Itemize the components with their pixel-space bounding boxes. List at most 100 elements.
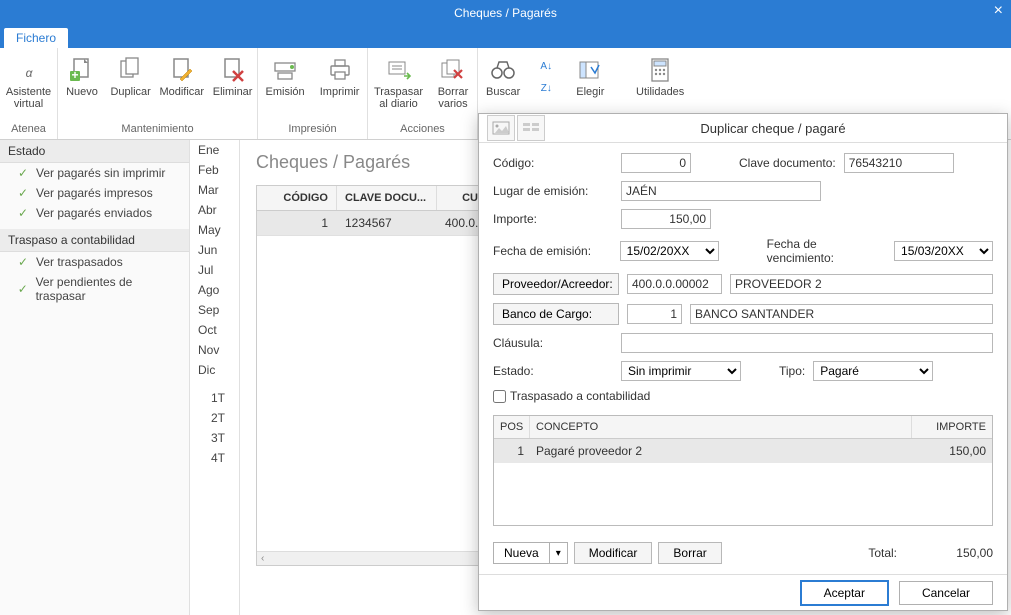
total-value: 150,00 — [933, 546, 993, 560]
sort-desc-icon: Z↓ — [538, 80, 554, 96]
month-ago[interactable]: Ago — [190, 280, 239, 300]
transfer-icon — [385, 56, 413, 84]
label-importe: Importe: — [493, 212, 613, 226]
modificar-button[interactable]: Modificar — [155, 52, 208, 121]
month-oct[interactable]: Oct — [190, 320, 239, 340]
col-concepto[interactable]: CONCEPTO — [530, 416, 912, 438]
image-icon — [492, 121, 510, 135]
emision-button[interactable]: Emisión — [258, 52, 312, 121]
emit-icon — [271, 56, 299, 84]
label-estado: Estado: — [493, 364, 613, 378]
calculator-icon — [646, 56, 674, 84]
banco-code-field[interactable] — [627, 304, 682, 324]
buscar-button[interactable]: Buscar — [478, 52, 528, 121]
group-label-mantenimiento: Mantenimiento — [58, 121, 257, 137]
nueva-split-button[interactable]: Nueva ▾ — [493, 542, 568, 564]
document-duplicate-icon — [117, 56, 145, 84]
group-label-impresion: Impresión — [258, 121, 367, 137]
clave-field[interactable] — [844, 153, 954, 173]
fecha-venc-select[interactable]: 15/03/20XX — [894, 241, 993, 261]
tipo-select[interactable]: Pagaré — [813, 361, 933, 381]
filter-pendientes[interactable]: ✓Ver pendientes de traspasar — [0, 272, 189, 306]
check-icon: ✓ — [16, 186, 30, 200]
cancelar-button[interactable]: Cancelar — [899, 581, 993, 605]
window-title: Cheques / Pagarés — [454, 6, 557, 20]
eliminar-button[interactable]: Eliminar — [208, 52, 257, 121]
importe-field[interactable] — [621, 209, 711, 229]
traspasado-checkbox[interactable]: Traspasado a contabilidad — [493, 389, 993, 403]
proveedor-name-field — [730, 274, 993, 294]
fecha-emision-select[interactable]: 15/02/20XX — [620, 241, 719, 261]
month-abr[interactable]: Abr — [190, 200, 239, 220]
alpha-icon: α — [15, 56, 43, 84]
nueva-dropdown-arrow[interactable]: ▾ — [550, 542, 568, 564]
estado-header: Estado — [0, 140, 189, 163]
borrar-varios-button[interactable]: Borrar varios — [429, 52, 477, 121]
imprimir-button[interactable]: Imprimir — [312, 52, 367, 121]
traspasar-button[interactable]: Traspasar al diario — [368, 52, 429, 121]
col-clave[interactable]: CLAVE DOCU... — [337, 186, 437, 210]
quarter-2t[interactable]: 2T — [190, 408, 239, 428]
lugar-field[interactable] — [621, 181, 821, 201]
quarter-4t[interactable]: 4T — [190, 448, 239, 468]
col-importe[interactable]: IMPORTE — [912, 416, 992, 438]
tab-strip: Fichero — [0, 26, 1011, 48]
filter-impresos[interactable]: ✓Ver pagarés impresos — [0, 183, 189, 203]
month-sep[interactable]: Sep — [190, 300, 239, 320]
elegir-button[interactable]: Elegir — [568, 52, 612, 121]
sort-az-button[interactable]: A↓ — [534, 56, 562, 76]
banco-button[interactable]: Banco de Cargo: — [493, 303, 619, 325]
sort-asc-icon: A↓ — [538, 58, 554, 74]
group-label-atenea: Atenea — [0, 121, 57, 137]
proveedor-button[interactable]: Proveedor/Acreedor: — [493, 273, 619, 295]
month-nov[interactable]: Nov — [190, 340, 239, 360]
modificar-detail-button[interactable]: Modificar — [574, 542, 653, 564]
detail-row[interactable]: 1 Pagaré proveedor 2 150,00 — [494, 439, 992, 463]
duplicar-dialog: Duplicar cheque / pagaré Código: Clave d… — [478, 113, 1008, 611]
nueva-button[interactable]: Nueva — [493, 542, 550, 564]
proveedor-code-field[interactable] — [627, 274, 722, 294]
col-codigo[interactable]: CÓDIGO — [257, 186, 337, 210]
titlebar: Cheques / Pagarés × — [0, 0, 1011, 26]
month-ene[interactable]: Ene — [190, 140, 239, 160]
label-codigo: Código: — [493, 156, 613, 170]
duplicar-button[interactable]: Duplicar — [106, 52, 155, 121]
filter-enviados[interactable]: ✓Ver pagarés enviados — [0, 203, 189, 223]
month-dic[interactable]: Dic — [190, 360, 239, 380]
borrar-detail-button[interactable]: Borrar — [658, 542, 721, 564]
label-clausula: Cláusula: — [493, 336, 613, 350]
delete-multiple-icon — [439, 56, 467, 84]
traspaso-header: Traspaso a contabilidad — [0, 229, 189, 252]
group-label-acciones: Acciones — [368, 121, 477, 137]
filter-sin-imprimir[interactable]: ✓Ver pagarés sin imprimir — [0, 163, 189, 183]
month-may[interactable]: May — [190, 220, 239, 240]
month-jul[interactable]: Jul — [190, 260, 239, 280]
dialog-layout-button[interactable] — [517, 115, 545, 141]
aceptar-button[interactable]: Aceptar — [800, 580, 889, 606]
utilidades-button[interactable]: Utilidades — [628, 52, 692, 121]
nuevo-button[interactable]: + Nuevo — [58, 52, 106, 121]
tab-fichero[interactable]: Fichero — [4, 28, 68, 48]
month-mar[interactable]: Mar — [190, 180, 239, 200]
clausula-field[interactable] — [621, 333, 993, 353]
month-jun[interactable]: Jun — [190, 240, 239, 260]
asistente-virtual-button[interactable]: α Asistente virtual — [0, 52, 57, 121]
col-pos[interactable]: POS — [494, 416, 530, 438]
detail-grid: POS CONCEPTO IMPORTE 1 Pagaré proveedor … — [493, 415, 993, 526]
filter-traspasados[interactable]: ✓Ver traspasados — [0, 252, 189, 272]
binoculars-icon — [489, 56, 517, 84]
select-column-icon — [576, 56, 604, 84]
month-feb[interactable]: Feb — [190, 160, 239, 180]
sort-za-button[interactable]: Z↓ — [534, 78, 562, 98]
traspasado-check-input[interactable] — [493, 390, 506, 403]
quarter-3t[interactable]: 3T — [190, 428, 239, 448]
label-lugar: Lugar de emisión: — [493, 184, 613, 198]
close-icon[interactable]: × — [994, 2, 1003, 20]
estado-select[interactable]: Sin imprimir — [621, 361, 741, 381]
check-icon: ✓ — [16, 255, 30, 269]
check-icon: ✓ — [16, 166, 30, 180]
month-panel: Ene Feb Mar Abr May Jun Jul Ago Sep Oct … — [190, 140, 240, 615]
quarter-1t[interactable]: 1T — [190, 388, 239, 408]
codigo-field[interactable] — [621, 153, 691, 173]
dialog-image-button[interactable] — [487, 115, 515, 141]
